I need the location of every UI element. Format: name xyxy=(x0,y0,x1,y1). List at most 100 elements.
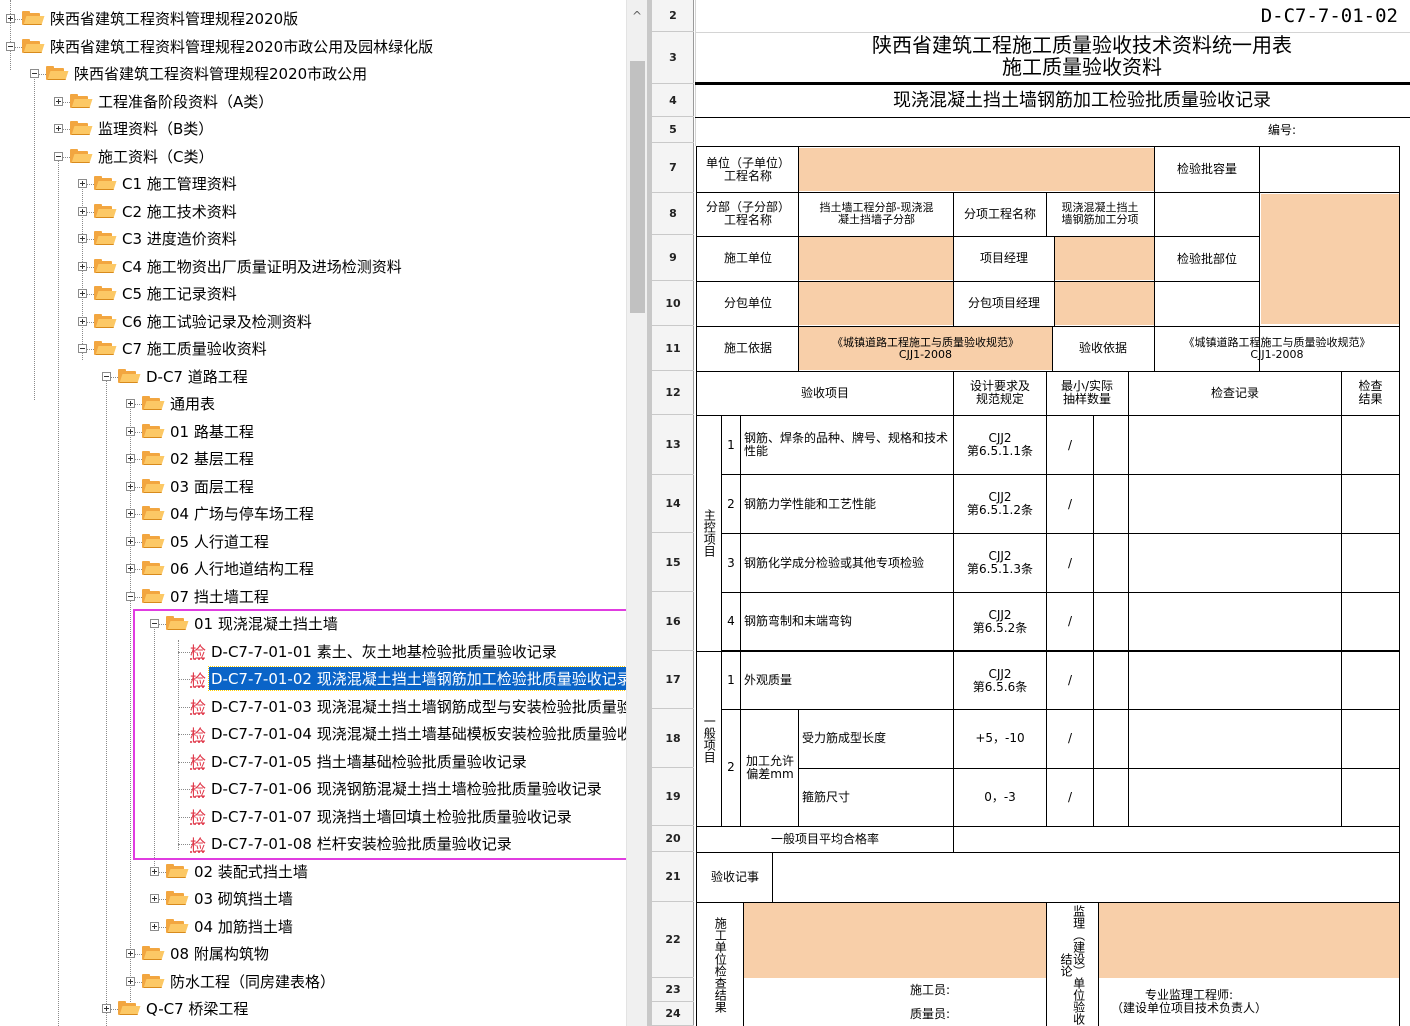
general-subitem-sample[interactable]: / xyxy=(1047,769,1093,826)
tree-item-folder[interactable]: C2 施工技术资料 xyxy=(78,198,239,225)
expand-plus-icon[interactable] xyxy=(78,289,87,298)
row-number[interactable]: 14 xyxy=(652,475,694,533)
construction-unit-field[interactable] xyxy=(799,237,953,280)
tree-item-form[interactable]: 检 D-C7-7-01-01 素土、灰土地基检验批质量验收记录 xyxy=(174,638,559,665)
construction-check-field[interactable] xyxy=(744,903,1046,978)
expand-plus-icon[interactable] xyxy=(6,14,15,23)
expand-plus-icon[interactable] xyxy=(126,426,135,436)
construction-basis-value[interactable]: 《城镇道路工程施工与质量验收规范》 CJJ1-2008 xyxy=(799,327,1052,370)
collapse-minus-icon[interactable] xyxy=(78,344,87,353)
tree-item-folder[interactable]: 04 广场与停车场工程 xyxy=(126,500,316,527)
expand-plus-icon[interactable] xyxy=(78,206,87,216)
main-item-sample[interactable]: / xyxy=(1047,475,1093,533)
tree-item-folder[interactable]: C3 进度造价资料 xyxy=(78,225,239,252)
row-number[interactable]: 23 xyxy=(652,978,694,1002)
tree-item-folder[interactable]: 通用表 xyxy=(126,390,217,417)
tree-item-form[interactable]: 检 D-C7-7-01-05 挡土墙基础检验批质量验收记录 xyxy=(174,748,529,775)
supervision-field[interactable] xyxy=(1099,903,1399,978)
expand-plus-icon[interactable] xyxy=(150,894,159,903)
expand-plus-icon[interactable] xyxy=(150,866,159,876)
expand-plus-icon[interactable] xyxy=(54,124,63,133)
tree-item-folder[interactable]: 07 挡土墙工程 xyxy=(126,583,271,610)
quality-worker-field[interactable] xyxy=(954,1003,1046,1025)
expand-plus-icon[interactable] xyxy=(150,921,159,931)
tree-item-folder[interactable]: 05 人行道工程 xyxy=(126,528,271,555)
main-item-result[interactable] xyxy=(1342,416,1399,474)
unit-project-field[interactable] xyxy=(799,148,1154,191)
main-item-sample[interactable]: / xyxy=(1047,593,1093,650)
project-manager-field[interactable] xyxy=(1055,237,1154,280)
batch-location-field[interactable] xyxy=(1261,194,1399,324)
expand-plus-icon[interactable] xyxy=(102,1004,111,1013)
tree-item-folder[interactable]: C6 施工试验记录及检测资料 xyxy=(78,308,314,335)
tree-item-folder[interactable]: 监理资料（B类） xyxy=(54,115,215,142)
row-number[interactable]: 3 xyxy=(652,32,694,84)
expand-plus-icon[interactable] xyxy=(78,261,87,271)
tree-item-folder[interactable]: Q-C7 桥梁工程 xyxy=(102,995,250,1022)
tree-item-folder[interactable]: 工程准备阶段资料（A类） xyxy=(54,88,275,115)
tree-item-folder[interactable]: 03 砌筑挡土墙 xyxy=(150,885,295,912)
row-number[interactable]: 18 xyxy=(652,709,694,768)
expand-plus-icon[interactable] xyxy=(126,976,135,986)
main-item-record[interactable] xyxy=(1130,475,1340,533)
tree-item-folder[interactable]: 06 人行地道结构工程 xyxy=(126,555,316,582)
tree-item-folder[interactable]: 陕西省建筑工程资料管理规程2020市政公用及园林绿化版 xyxy=(6,33,435,60)
expand-plus-icon[interactable] xyxy=(126,399,135,408)
expand-plus-icon[interactable] xyxy=(78,316,87,326)
row-number[interactable]: 12 xyxy=(652,371,694,415)
row-number[interactable]: 13 xyxy=(652,415,694,475)
row-number[interactable]: 17 xyxy=(652,651,694,709)
number-field[interactable] xyxy=(1317,118,1402,140)
scroll-up-arrow-icon[interactable]: ^ xyxy=(627,6,647,26)
expand-plus-icon[interactable] xyxy=(78,234,87,243)
row-number[interactable]: 22 xyxy=(652,902,694,978)
tree-item-folder[interactable]: C7 施工质量验收资料 xyxy=(78,335,269,362)
tree-item-folder[interactable]: 防水工程（同房建表格） xyxy=(126,968,337,995)
expand-plus-icon[interactable] xyxy=(54,96,63,106)
supervision-engineer-field[interactable] xyxy=(1280,979,1399,1025)
tree-item-folder[interactable]: 04 加筋挡土墙 xyxy=(150,913,295,940)
subcontract-unit-field[interactable] xyxy=(799,282,953,325)
tree-item-folder[interactable]: 陕西省建筑工程资料管理规程2020市政公用 xyxy=(30,60,369,87)
row-number[interactable]: 11 xyxy=(652,326,694,371)
main-item-result[interactable] xyxy=(1342,534,1399,592)
expand-plus-icon[interactable] xyxy=(126,536,135,546)
collapse-minus-icon[interactable] xyxy=(30,69,39,78)
main-item-record[interactable] xyxy=(1130,534,1340,592)
row-number[interactable]: 4 xyxy=(652,84,694,117)
tree-item-folder[interactable]: 陕西省建筑工程资料管理规程2020版 xyxy=(6,5,300,32)
tree-item-folder[interactable]: 01 路基工程 xyxy=(126,418,256,445)
tree-item-form[interactable]: 检 D-C7-7-01-07 现浇挡土墙回填土检验批质量验收记录 xyxy=(174,803,574,830)
general-item-sample[interactable]: / xyxy=(1047,652,1093,709)
expand-plus-icon[interactable] xyxy=(126,481,135,491)
tree-item-folder[interactable]: C1 施工管理资料 xyxy=(78,170,239,197)
tree-item-folder[interactable]: C4 施工物资出厂质量证明及进场检测资料 xyxy=(78,253,404,280)
collapse-minus-icon[interactable] xyxy=(150,619,159,628)
tree-scrollbar[interactable]: ^ xyxy=(626,0,647,1026)
main-item-sample[interactable]: / xyxy=(1047,534,1093,592)
tree-item-folder[interactable]: 02 基层工程 xyxy=(126,445,256,472)
expand-plus-icon[interactable] xyxy=(126,949,135,958)
construction-worker-field[interactable] xyxy=(954,979,1046,1001)
row-number[interactable]: 19 xyxy=(652,768,694,826)
batch-capacity-field[interactable] xyxy=(1261,148,1399,191)
row-number[interactable]: 15 xyxy=(652,533,694,592)
tree-item-folder[interactable]: C5 施工记录资料 xyxy=(78,280,239,307)
tree-item-form[interactable]: 检 D-C7-7-01-03 现浇混凝土挡土墙钢筋成型与安装检验批质量验 xyxy=(174,693,634,720)
acceptance-basis-value[interactable]: 《城镇道路工程施工与质量验收规范》 CJJ1-2008 xyxy=(1155,327,1399,370)
scroll-thumb[interactable] xyxy=(630,61,645,313)
expand-plus-icon[interactable] xyxy=(126,454,135,463)
row-number[interactable]: 9 xyxy=(652,235,694,281)
tree-item-folder[interactable]: 03 面层工程 xyxy=(126,473,256,500)
tree-item-folder[interactable]: 01 现浇混凝土挡土墙 xyxy=(150,610,340,637)
general-subitem-sample[interactable]: / xyxy=(1047,710,1093,767)
collapse-minus-icon[interactable] xyxy=(126,591,135,601)
row-number[interactable]: 8 xyxy=(652,193,694,235)
row-number[interactable]: 5 xyxy=(652,117,694,143)
row-number[interactable]: 16 xyxy=(652,592,694,651)
row-number[interactable]: 2 xyxy=(652,0,694,32)
main-item-record[interactable] xyxy=(1130,416,1340,474)
tree-item-folder[interactable]: 施工资料（C类） xyxy=(54,143,215,170)
expand-plus-icon[interactable] xyxy=(126,564,135,573)
acceptance-note-field[interactable] xyxy=(774,853,1399,901)
